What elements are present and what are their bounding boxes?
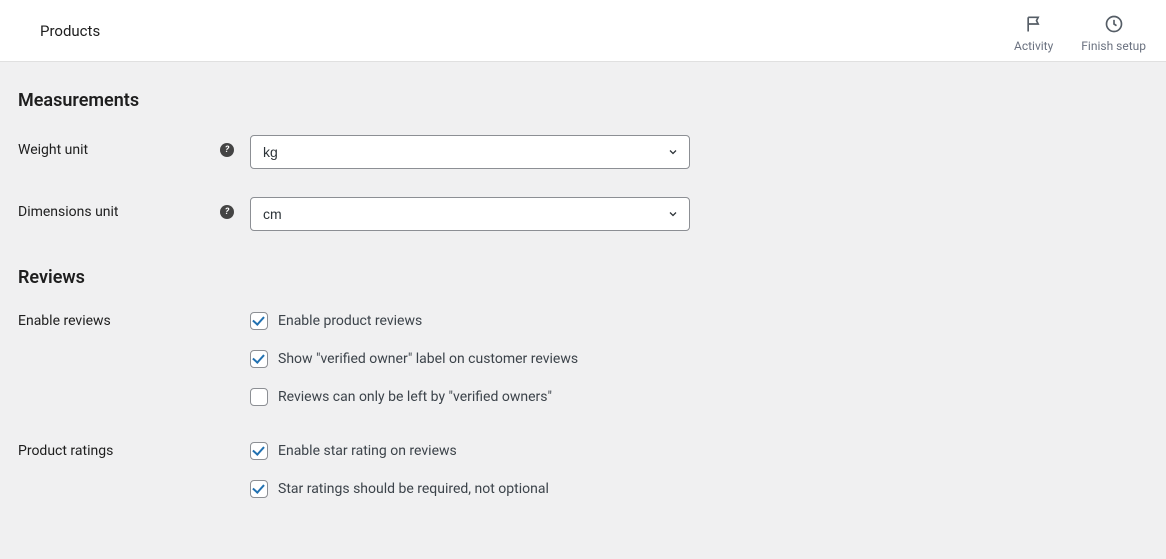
flag-icon [1023, 13, 1045, 35]
dimensions-unit-select-wrapper: cm [250, 197, 690, 231]
page-title: Products [20, 22, 100, 40]
product-ratings-row: Product ratings Enable star rating on re… [18, 442, 1146, 498]
enable-reviews-row: Enable reviews Enable product reviews Sh… [18, 312, 1146, 406]
product-ratings-label: Product ratings [18, 443, 113, 459]
weight-unit-select-wrapper: kg [250, 135, 690, 169]
header-actions: Activity Finish setup [1014, 9, 1146, 53]
weight-unit-row: Weight unit ? kg [18, 135, 1146, 169]
enable-star-rating-checkbox[interactable] [250, 442, 268, 460]
dimensions-unit-row: Dimensions unit ? cm [18, 197, 1146, 231]
product-ratings-label-wrap: Product ratings [18, 442, 250, 459]
help-icon[interactable]: ? [220, 205, 234, 219]
weight-unit-select[interactable]: kg [250, 135, 690, 169]
enable-reviews-label-wrap: Enable reviews [18, 312, 250, 329]
enable-star-rating-row: Enable star rating on reviews [250, 442, 730, 460]
enable-product-reviews-checkbox[interactable] [250, 312, 268, 330]
help-icon[interactable]: ? [220, 143, 234, 157]
enable-product-reviews-label[interactable]: Enable product reviews [278, 313, 422, 329]
verified-owner-label-text[interactable]: Show "verified owner" label on customer … [278, 351, 578, 367]
weight-unit-label-wrap: Weight unit ? [18, 135, 250, 158]
star-rating-required-checkbox[interactable] [250, 480, 268, 498]
dimensions-unit-label: Dimensions unit [18, 204, 119, 220]
verified-owner-only-checkbox[interactable] [250, 388, 268, 406]
settings-content: Measurements Weight unit ? kg Dimensions… [0, 62, 1166, 546]
activity-label: Activity [1014, 39, 1053, 53]
dimensions-unit-select[interactable]: cm [250, 197, 690, 231]
reviews-heading: Reviews [18, 267, 1146, 288]
verified-owner-label-checkbox[interactable] [250, 350, 268, 368]
verified-owner-label-row: Show "verified owner" label on customer … [250, 350, 730, 368]
enable-reviews-label: Enable reviews [18, 313, 111, 329]
enable-reviews-options: Enable product reviews Show "verified ow… [250, 312, 730, 406]
weight-unit-label: Weight unit [18, 142, 88, 158]
star-rating-required-label[interactable]: Star ratings should be required, not opt… [278, 481, 549, 497]
product-ratings-options: Enable star rating on reviews Star ratin… [250, 442, 730, 498]
finish-setup-label: Finish setup [1081, 39, 1146, 53]
finish-setup-button[interactable]: Finish setup [1081, 13, 1146, 53]
activity-button[interactable]: Activity [1014, 13, 1053, 53]
enable-product-reviews-row: Enable product reviews [250, 312, 730, 330]
dimensions-unit-label-wrap: Dimensions unit ? [18, 197, 250, 220]
clock-icon [1103, 13, 1125, 35]
enable-star-rating-label[interactable]: Enable star rating on reviews [278, 443, 457, 459]
star-rating-required-row: Star ratings should be required, not opt… [250, 480, 730, 498]
verified-owner-only-label[interactable]: Reviews can only be left by "verified ow… [278, 389, 552, 405]
verified-owner-only-row: Reviews can only be left by "verified ow… [250, 388, 730, 406]
measurements-heading: Measurements [18, 90, 1146, 111]
header-bar: Products Activity Finish setup [0, 0, 1166, 62]
